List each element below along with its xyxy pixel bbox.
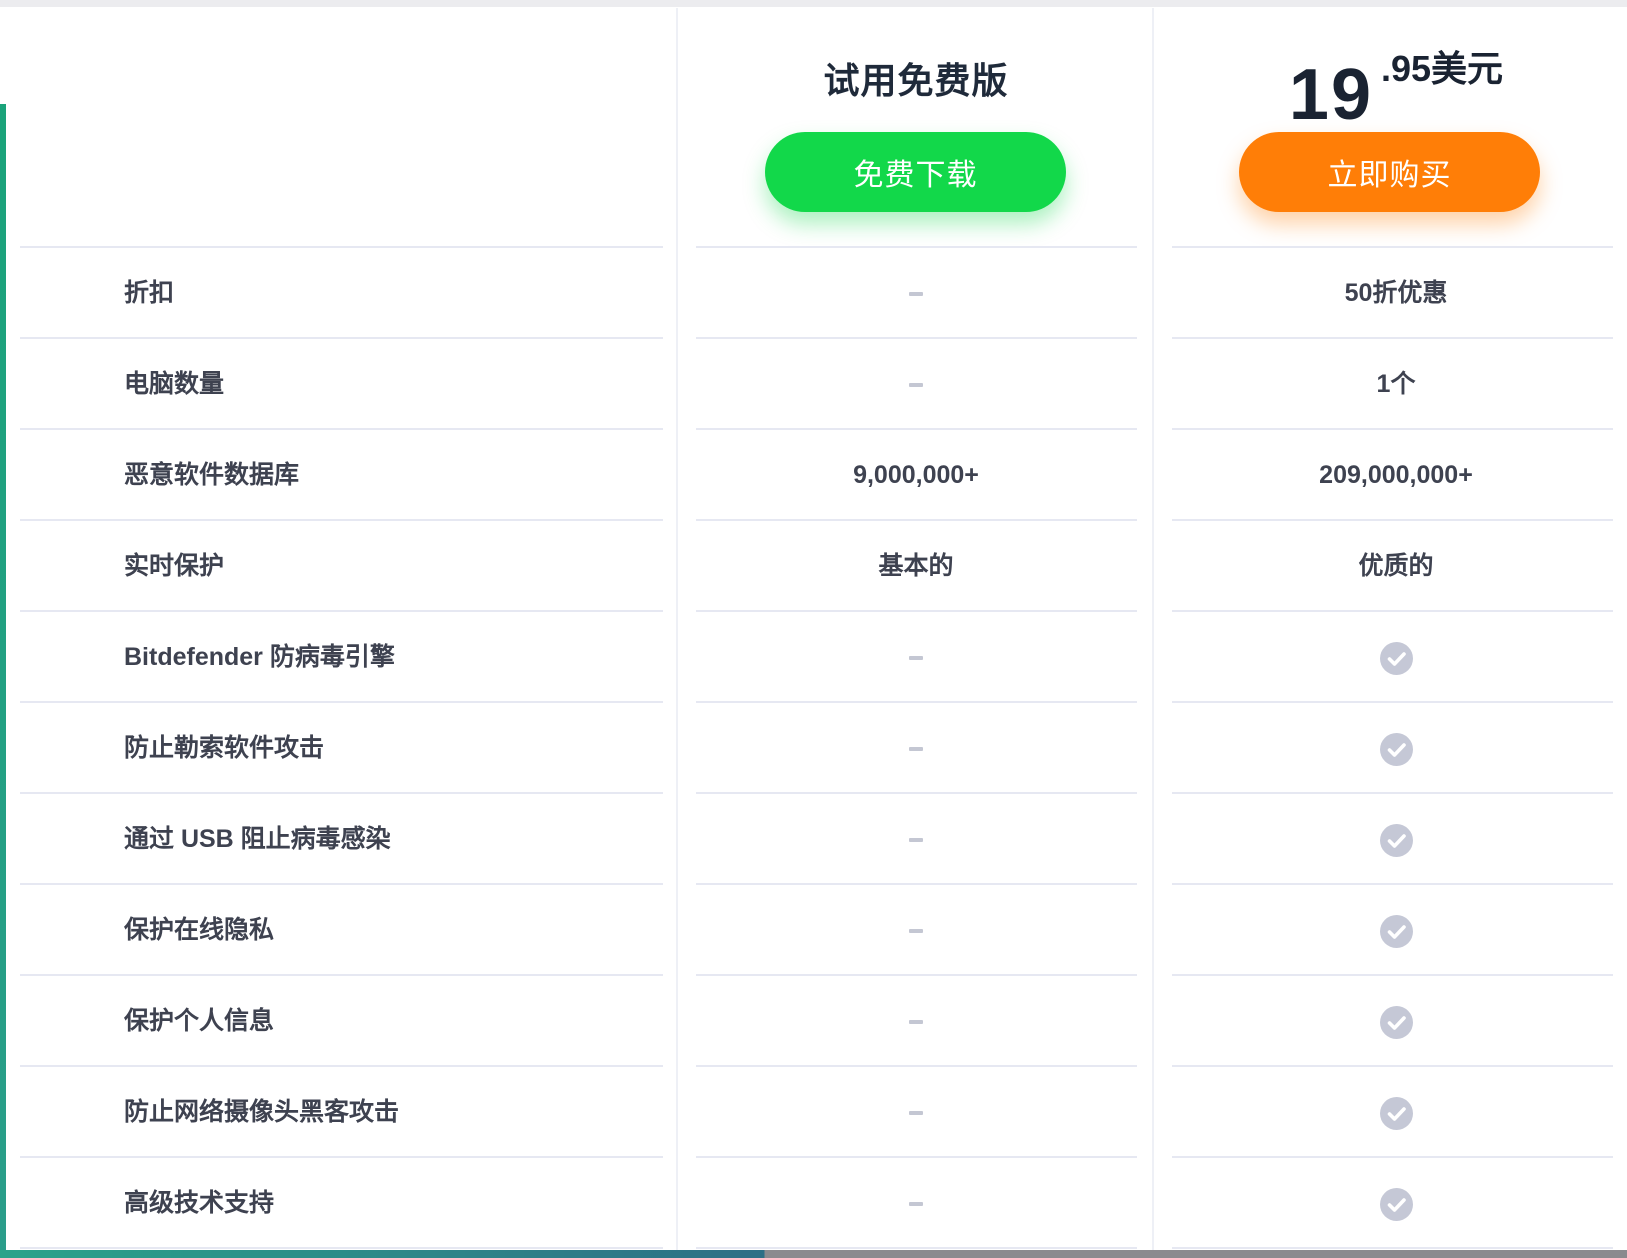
feature-row: 通过 USB 阻止病毒感染 — [0, 794, 1627, 885]
feature-row: 保护在线隐私 — [0, 885, 1627, 976]
paid-cell-value: 209,000,000+ — [1319, 461, 1473, 489]
check-icon — [1379, 1096, 1413, 1130]
dash-icon — [909, 1020, 923, 1025]
check-icon — [1379, 823, 1413, 857]
check-icon — [1379, 1187, 1413, 1221]
feature-label: 恶意软件数据库 — [124, 461, 300, 489]
feature-label: 电脑数量 — [124, 370, 225, 398]
feature-row: 折扣 50折优惠 — [0, 248, 1627, 339]
paid-cell-check — [1160, 703, 1627, 794]
row-divider — [1172, 1247, 1613, 1249]
feature-label: 保护在线隐私 — [124, 916, 275, 944]
feature-label: 高级技术支持 — [124, 1189, 275, 1217]
feature-label: Bitdefender 防病毒引擎 — [124, 643, 395, 671]
comparison-table: 试用免费版 19.95美元 免费下载 立即购买 折扣 50折优惠电脑数量 1个恶意软… — [0, 0, 1627, 1258]
buy-now-button[interactable]: 立即购买 — [1239, 132, 1540, 212]
paid-cell-check — [1160, 885, 1627, 976]
feature-row: 高级技术支持 — [0, 1158, 1627, 1249]
free-cell-dash — [680, 1067, 1152, 1158]
paid-cell-check — [1160, 976, 1627, 1067]
free-cell-dash — [680, 612, 1152, 703]
paid-cell-value: 1个 — [1376, 370, 1416, 398]
paid-cell-check — [1160, 794, 1627, 885]
feature-row: 电脑数量 1个 — [0, 339, 1627, 430]
dash-icon — [909, 838, 923, 843]
paid-cell-value: 50折优惠 — [1344, 279, 1448, 307]
bottom-edge — [0, 1250, 1627, 1258]
dash-icon — [909, 1111, 923, 1116]
dash-icon — [909, 292, 923, 297]
dash-icon — [909, 929, 923, 934]
feature-label: 防止勒索软件攻击 — [124, 734, 325, 762]
check-icon — [1379, 1005, 1413, 1039]
dash-icon — [909, 747, 923, 752]
feature-row: 恶意软件数据库 9,000,000+ 209,000,000+ — [0, 430, 1627, 521]
paid-cell-check — [1160, 1158, 1627, 1249]
free-cell-dash — [680, 976, 1152, 1067]
feature-label: 通过 USB 阻止病毒感染 — [124, 825, 391, 853]
row-divider — [696, 1247, 1137, 1249]
price-decimal: .95美元 — [1381, 48, 1504, 89]
feature-label: 折扣 — [124, 279, 175, 307]
free-cell-dash — [680, 1158, 1152, 1249]
check-icon — [1379, 732, 1413, 766]
paid-cell-check — [1160, 1067, 1627, 1158]
free-cell-dash — [680, 885, 1152, 976]
paid-cell-value: 优质的 — [1358, 552, 1434, 580]
free-cell-dash — [680, 794, 1152, 885]
feature-row: 防止勒索软件攻击 — [0, 703, 1627, 794]
free-plan-title: 试用免费版 — [823, 60, 1009, 101]
free-cell-dash — [680, 248, 1152, 339]
top-edge — [0, 0, 1627, 7]
dash-icon — [909, 656, 923, 661]
paid-plan-price: 19.95美元 — [1160, 40, 1627, 136]
price-integer: 19 — [1288, 54, 1374, 135]
check-icon — [1379, 641, 1413, 675]
feature-label: 实时保护 — [124, 552, 225, 580]
dash-icon — [909, 1202, 923, 1207]
paid-cell-check — [1160, 612, 1627, 703]
dash-icon — [909, 383, 923, 388]
row-divider — [20, 1247, 663, 1249]
free-download-button[interactable]: 免费下载 — [765, 132, 1066, 212]
check-icon — [1379, 914, 1413, 948]
feature-row: 实时保护 基本的 优质的 — [0, 521, 1627, 612]
feature-row: Bitdefender 防病毒引擎 — [0, 612, 1627, 703]
feature-row: 保护个人信息 — [0, 976, 1627, 1067]
feature-row: 防止网络摄像头黑客攻击 — [0, 1067, 1627, 1158]
feature-label: 防止网络摄像头黑客攻击 — [124, 1098, 400, 1126]
free-cell-dash — [680, 703, 1152, 794]
feature-label: 保护个人信息 — [124, 1007, 275, 1035]
free-cell-dash — [680, 339, 1152, 430]
free-cell-value: 基本的 — [878, 552, 954, 580]
free-cell-value: 9,000,000+ — [853, 461, 979, 489]
